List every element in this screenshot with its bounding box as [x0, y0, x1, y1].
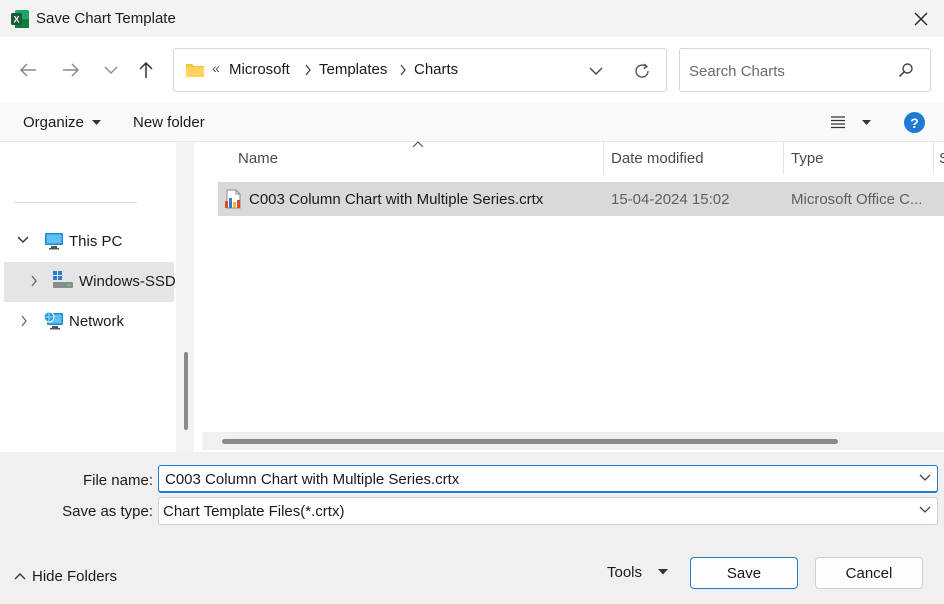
arrow-up-icon	[139, 61, 153, 78]
organize-label: Organize	[23, 114, 84, 131]
chevron-up-icon	[14, 573, 26, 580]
chevron-right-icon	[305, 64, 311, 76]
chevron-down-icon[interactable]	[17, 235, 29, 245]
hide-folders-button[interactable]: Hide Folders	[14, 568, 117, 585]
folder-icon	[186, 64, 204, 77]
navigation-pane: This PC Windows-SSD Network	[0, 142, 176, 452]
network-icon	[43, 311, 63, 330]
column-header-date-modified[interactable]: Date modified	[611, 150, 704, 167]
column-divider[interactable]	[783, 142, 784, 174]
new-folder-button[interactable]: New folder	[133, 114, 205, 131]
hide-folders-label: Hide Folders	[32, 568, 118, 585]
column-divider[interactable]	[933, 142, 934, 174]
file-row[interactable]: C003 Column Chart with Multiple Series.c…	[218, 182, 944, 216]
file-type: Microsoft Office C...	[791, 191, 923, 208]
chevron-down-icon	[589, 67, 603, 75]
breadcrumb-overflow[interactable]: «	[212, 60, 220, 76]
file-name-input[interactable]	[165, 471, 905, 488]
cancel-button[interactable]: Cancel	[815, 557, 923, 589]
address-bar[interactable]: « Microsoft Templates Charts	[173, 48, 667, 92]
chevron-right-icon[interactable]	[20, 315, 28, 327]
horizontal-scrollbar-thumb[interactable]	[222, 439, 838, 444]
file-name-label: File name:	[82, 472, 153, 489]
search-box[interactable]	[679, 48, 931, 92]
tree-item-label: This PC	[69, 233, 123, 250]
column-header-type[interactable]: Type	[791, 150, 824, 167]
tree-item-this-pc[interactable]: This PC	[0, 222, 176, 262]
address-history-button[interactable]	[584, 61, 608, 81]
forward-button[interactable]	[57, 56, 85, 84]
chevron-right-icon[interactable]	[30, 275, 38, 287]
recent-locations-button[interactable]	[97, 56, 125, 84]
svg-text:X: X	[13, 15, 19, 25]
up-button[interactable]	[132, 56, 160, 84]
tree-item-network[interactable]: Network	[0, 302, 176, 342]
breadcrumb-templates[interactable]: Templates	[319, 61, 387, 78]
tree-item-windows-ssd[interactable]: Windows-SSD	[4, 262, 176, 302]
title-bar: X Save Chart Template	[0, 0, 944, 38]
nav-divider	[14, 202, 137, 203]
file-name: C003 Column Chart with Multiple Series.c…	[249, 191, 544, 208]
back-button[interactable]	[14, 56, 42, 84]
save-type-value: Chart Template Files(*.crtx)	[163, 503, 345, 520]
navigation-bar: « Microsoft Templates Charts	[0, 38, 944, 102]
tools-menu[interactable]: Tools	[607, 564, 642, 581]
save-type-label: Save as type:	[62, 503, 153, 520]
nav-scrollbar-thumb[interactable]	[184, 352, 188, 430]
refresh-button[interactable]	[630, 60, 654, 82]
column-divider[interactable]	[603, 142, 604, 174]
file-date: 15-04-2024 15:02	[611, 191, 730, 208]
arrow-left-icon	[19, 63, 36, 77]
view-options-button[interactable]	[830, 115, 872, 133]
computer-icon	[45, 233, 63, 250]
save-type-select[interactable]: Chart Template Files(*.crtx)	[158, 497, 938, 525]
refresh-icon	[635, 63, 649, 78]
search-input[interactable]	[689, 61, 889, 81]
list-view-icon	[831, 116, 845, 129]
horizontal-scrollbar[interactable]	[202, 432, 944, 450]
caret-down-icon[interactable]	[658, 569, 668, 575]
breadcrumb-charts[interactable]: Charts	[414, 61, 458, 78]
sort-ascending-icon	[412, 141, 424, 148]
caret-down-icon	[92, 120, 102, 126]
window-title: Save Chart Template	[36, 10, 176, 27]
organize-menu[interactable]: Organize	[23, 114, 102, 131]
breadcrumb-microsoft[interactable]: Microsoft	[229, 61, 290, 78]
close-icon	[914, 12, 928, 26]
help-button[interactable]: ?	[904, 112, 925, 133]
tree-item-label: Network	[69, 313, 125, 330]
close-button[interactable]	[898, 0, 944, 38]
file-list: Name Date modified Type S C003 Column Ch…	[194, 141, 944, 452]
chevron-down-icon[interactable]	[919, 474, 931, 482]
chevron-right-icon	[400, 64, 406, 76]
drive-icon	[53, 271, 73, 288]
chevron-down-icon[interactable]	[919, 506, 931, 514]
tree-item-label: Windows-SSD	[79, 273, 176, 290]
column-header-size[interactable]: S	[939, 150, 944, 167]
save-form: File name: Save as type: Chart Template …	[0, 452, 944, 604]
file-name-combobox[interactable]	[158, 465, 938, 493]
save-button[interactable]: Save	[690, 557, 798, 589]
arrow-right-icon	[63, 63, 80, 77]
caret-down-icon	[862, 120, 872, 125]
excel-icon: X	[11, 10, 29, 28]
search-icon	[898, 63, 913, 78]
command-bar: Organize New folder ?	[0, 102, 944, 142]
chart-template-file-icon	[225, 189, 241, 209]
column-header-name[interactable]: Name	[238, 150, 278, 167]
chevron-down-icon	[104, 66, 118, 74]
